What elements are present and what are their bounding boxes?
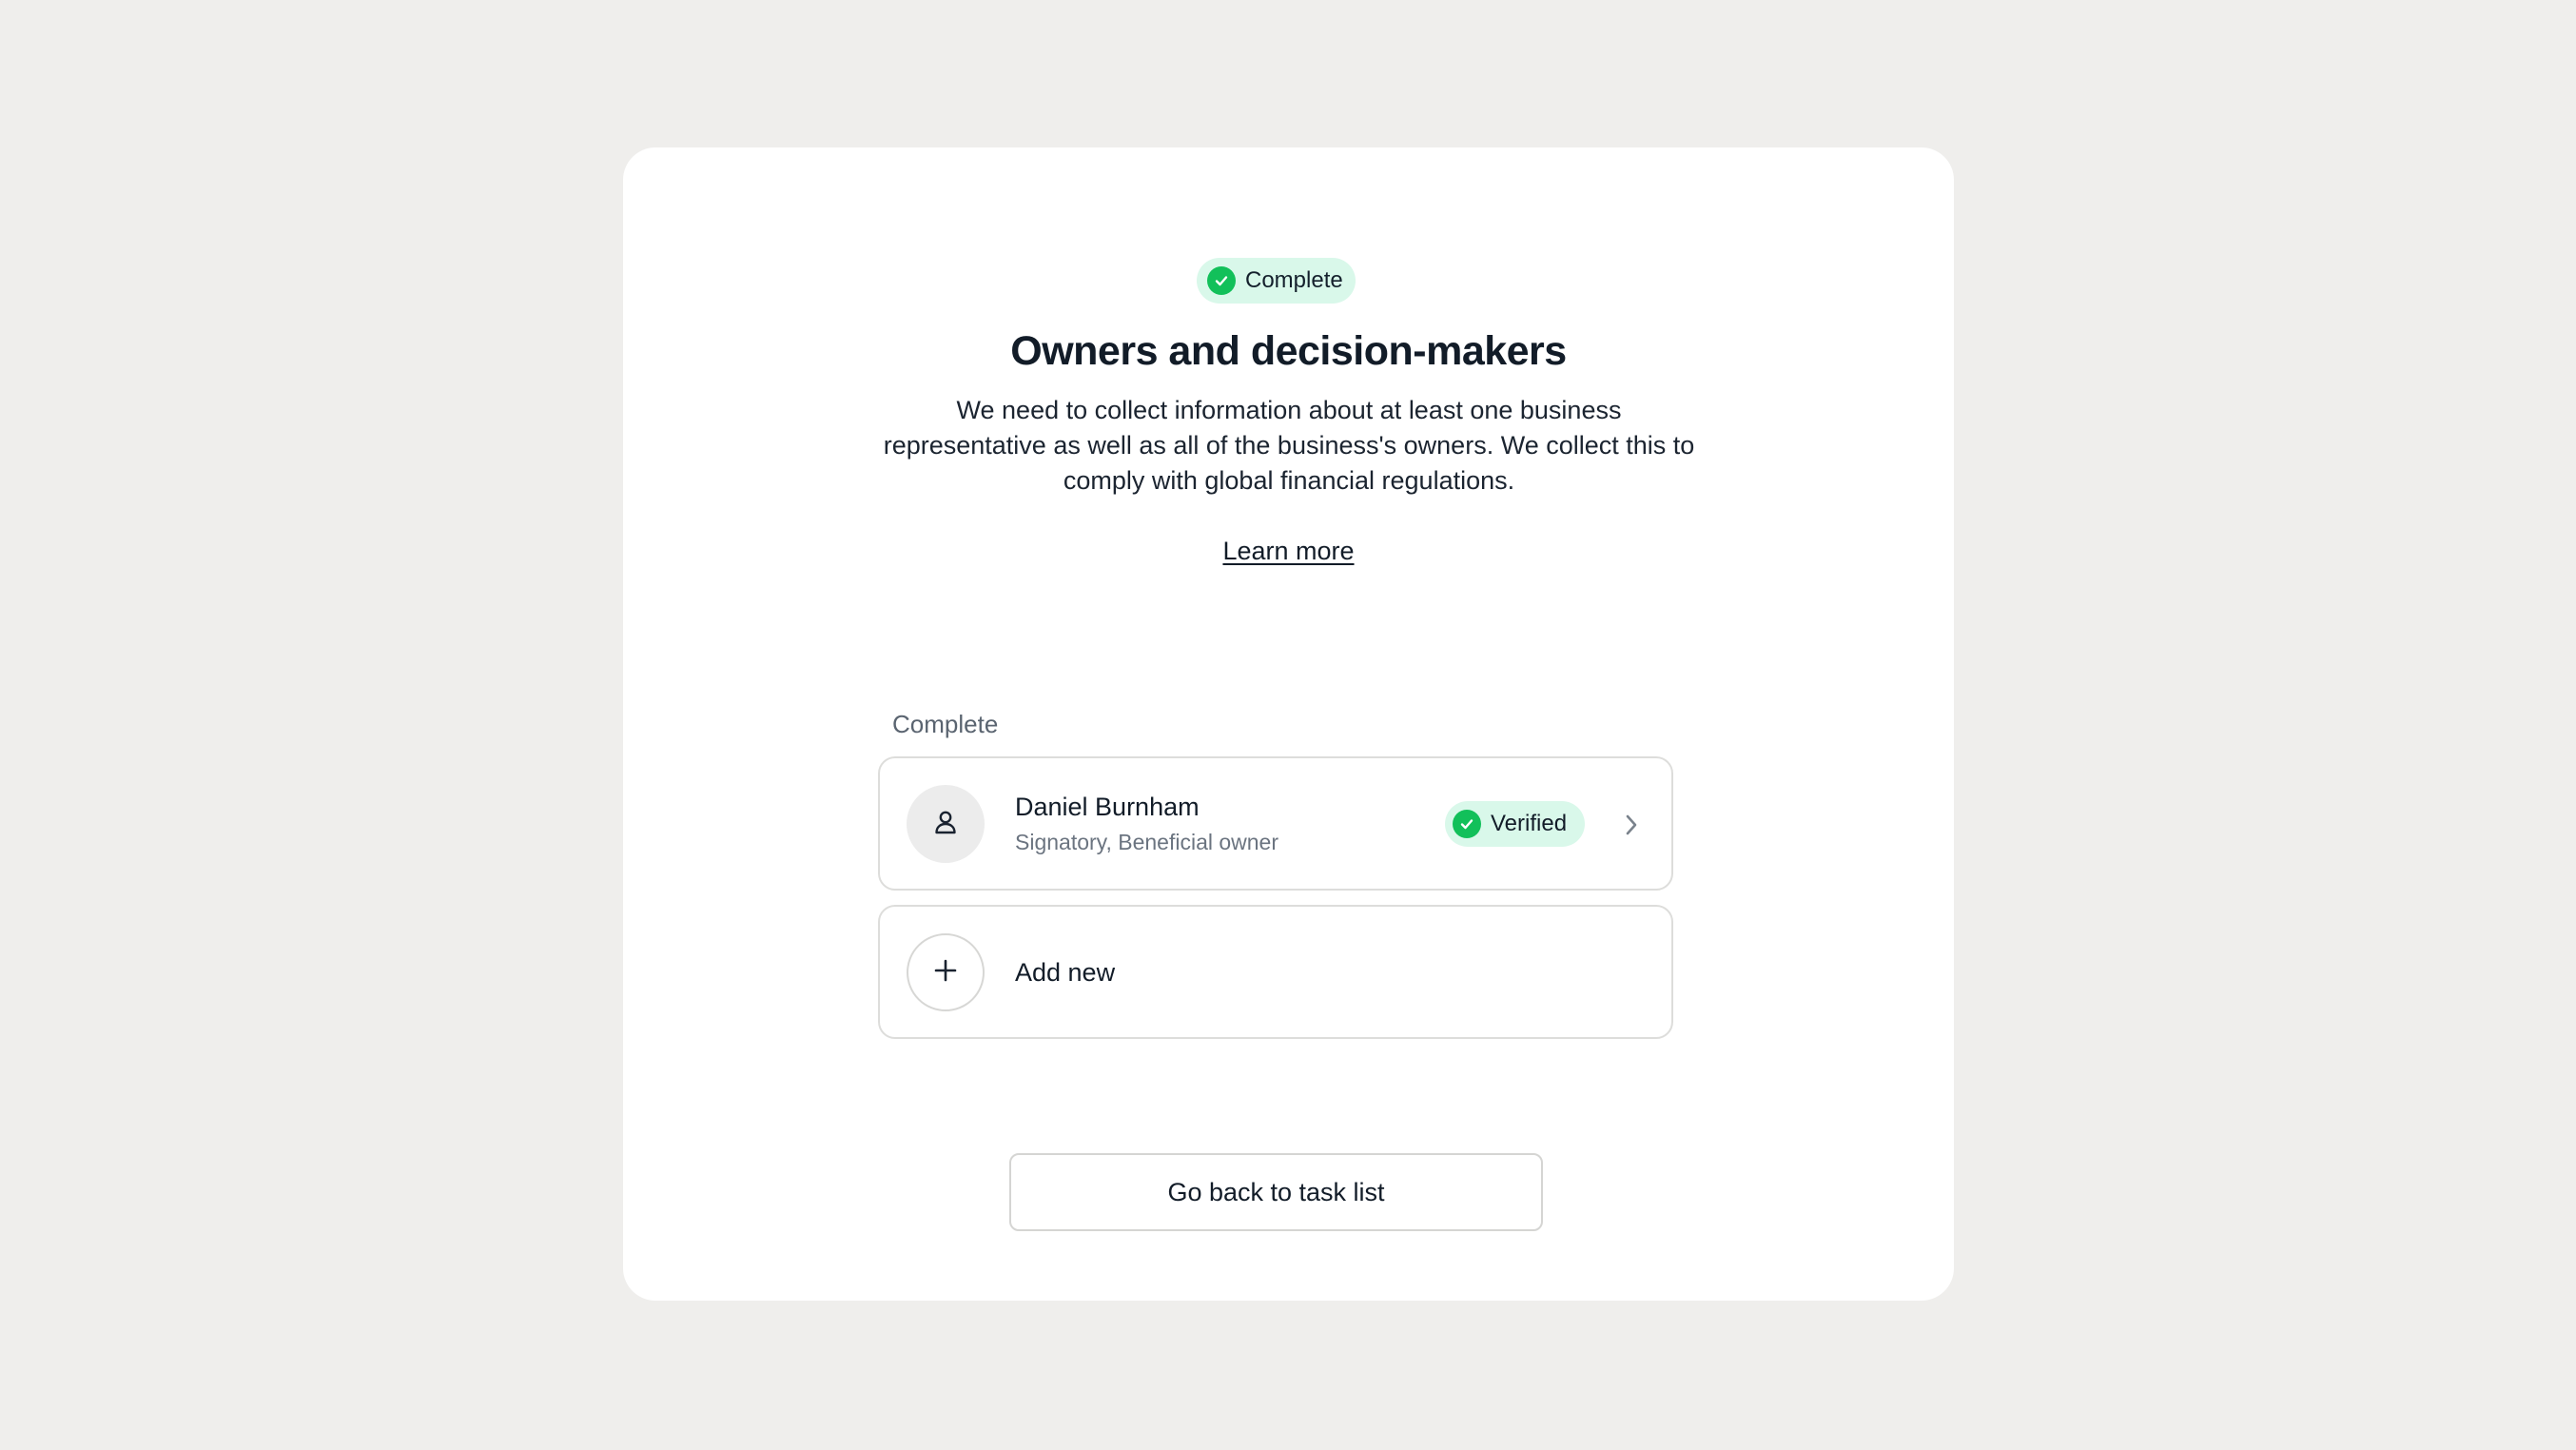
complete-status-badge: Complete [1197, 258, 1356, 304]
learn-more-container: Learn more [623, 537, 1954, 566]
verified-status-badge: Verified [1445, 801, 1585, 847]
avatar [907, 785, 985, 863]
person-icon [933, 809, 958, 840]
check-circle-icon [1453, 810, 1481, 838]
person-row-daniel-burnham[interactable]: Daniel Burnham Signatory, Beneficial own… [878, 756, 1673, 891]
add-new-label: Add new [1015, 958, 1116, 987]
section-heading-complete: Complete [892, 710, 999, 738]
add-new-icon-circle [907, 933, 985, 1011]
person-roles: Signatory, Beneficial owner [1015, 830, 1278, 854]
learn-more-link[interactable]: Learn more [1222, 537, 1354, 565]
check-circle-icon [1207, 266, 1236, 295]
onboarding-card: Complete Owners and decision-makers We n… [623, 147, 1954, 1301]
verified-status-label: Verified [1491, 811, 1568, 836]
chevron-right-icon[interactable] [1620, 812, 1643, 838]
add-new-person-button[interactable]: Add new [878, 905, 1673, 1039]
plus-icon [933, 958, 958, 988]
complete-status-label: Complete [1245, 267, 1343, 293]
page-title: Owners and decision-makers [1010, 328, 1567, 374]
go-back-to-task-list-button[interactable]: Go back to task list [1009, 1153, 1543, 1231]
person-name: Daniel Burnham [1015, 793, 1200, 821]
page-description: We need to collect information about at … [883, 396, 1695, 495]
